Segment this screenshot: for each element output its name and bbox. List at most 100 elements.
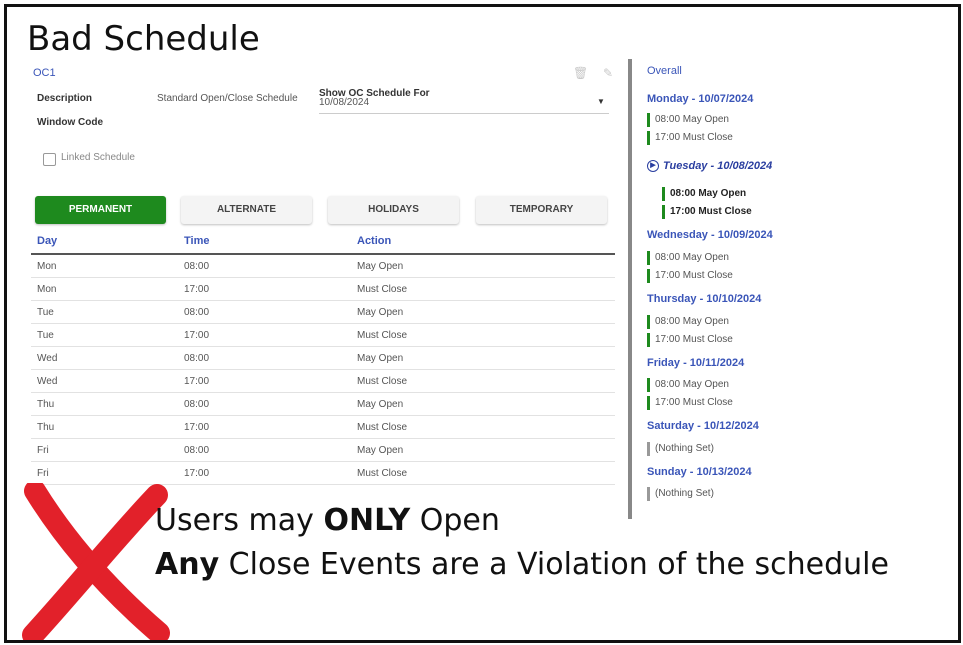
show-schedule-value: 10/08/2024 [319, 97, 370, 108]
column-header-time[interactable]: Time [178, 233, 351, 255]
table-row[interactable]: Tue 17:00 Must Close [31, 323, 615, 347]
trash-icon[interactable]: 🗑 [573, 67, 588, 79]
status-bar [647, 487, 650, 501]
chevron-down-icon[interactable]: ▼ [597, 97, 605, 106]
cell-action: May Open [351, 254, 615, 278]
entry-label: (Nothing Set) [655, 443, 714, 454]
cell-action: Must Close [351, 369, 615, 393]
schedule-entry: 08:00 May Open [647, 315, 729, 329]
description-label: Description [37, 93, 93, 104]
cell-time: 17:00 [178, 277, 351, 301]
status-bar [647, 251, 650, 265]
status-bar [647, 442, 650, 456]
entry-label: 17:00 Must Close [655, 132, 733, 143]
schedule-entry: 17:00 Must Close [647, 396, 733, 410]
table-row[interactable]: Wed 17:00 Must Close [31, 369, 615, 393]
day-heading-tuesday: ▶ Tuesday - 10/08/2024 [647, 160, 773, 173]
schedule-entry: 17:00 Must Close [647, 333, 733, 347]
entry-label: 17:00 Must Close [655, 397, 733, 408]
caption-emphasis: Any [155, 547, 220, 582]
schedule-table: Day Time Action Mon 08:00 May Open Mon 17:0… [31, 233, 615, 485]
schedule-entry: (Nothing Set) [647, 442, 714, 456]
table-row[interactable]: Thu 17:00 Must Close [31, 415, 615, 439]
day-heading-text: Tuesday - 10/08/2024 [663, 160, 773, 172]
schedule-entry: 17:00 Must Close [647, 131, 733, 145]
cell-day: Mon [31, 254, 178, 278]
cell-action: May Open [351, 300, 615, 324]
cell-day: Mon [31, 277, 178, 301]
status-bar [662, 205, 665, 219]
overall-link[interactable]: Overall [647, 65, 682, 77]
tab-alternate[interactable]: ALTERNATE [181, 196, 312, 224]
cell-time: 08:00 [178, 438, 351, 462]
schedule-entry: 08:00 May Open [647, 378, 729, 392]
slide-title: Bad Schedule [27, 19, 260, 59]
table-row[interactable]: Tue 08:00 May Open [31, 300, 615, 324]
entry-label: 08:00 May Open [655, 316, 729, 327]
table-row[interactable]: Fri 08:00 May Open [31, 438, 615, 462]
day-heading-saturday: Saturday - 10/12/2024 [647, 420, 759, 432]
column-header-day[interactable]: Day [31, 233, 178, 255]
table-row[interactable]: Fri 17:00 Must Close [31, 461, 615, 485]
cell-action: May Open [351, 438, 615, 462]
cell-time: 17:00 [178, 323, 351, 347]
day-heading-wednesday: Wednesday - 10/09/2024 [647, 229, 773, 241]
cell-day: Fri [31, 438, 178, 462]
caption-text: Close Events are a Violation of the sche… [219, 547, 889, 582]
pencil-icon[interactable]: ✎ [603, 67, 615, 79]
status-bar [662, 187, 665, 201]
day-heading-thursday: Thursday - 10/10/2024 [647, 293, 762, 305]
entry-label: 08:00 May Open [670, 188, 747, 199]
caption-text: Open [410, 503, 500, 538]
day-heading-friday: Friday - 10/11/2024 [647, 357, 745, 369]
table-header-row: Day Time Action [31, 233, 615, 255]
cell-time: 08:00 [178, 254, 351, 278]
cell-day: Thu [31, 392, 178, 416]
cell-time: 08:00 [178, 346, 351, 370]
current-day-icon: ▶ [647, 160, 659, 173]
cell-time: 08:00 [178, 300, 351, 324]
column-header-action[interactable]: Action [351, 233, 615, 255]
entry-label: 17:00 Must Close [655, 270, 733, 281]
day-heading-monday: Monday - 10/07/2024 [647, 93, 754, 105]
cell-day: Wed [31, 346, 178, 370]
tab-holidays[interactable]: HOLIDAYS [328, 196, 459, 224]
caption-line-2: Any Close Events are a Violation of the … [155, 547, 889, 582]
entry-label: 08:00 May Open [655, 379, 729, 390]
schedule-id-link[interactable]: OC1 [33, 67, 56, 79]
cell-day: Fri [31, 461, 178, 485]
entry-label: 17:00 Must Close [670, 206, 752, 217]
schedule-entry: 08:00 May Open [662, 187, 746, 201]
status-bar [647, 113, 650, 127]
status-bar [647, 131, 650, 145]
cell-time: 17:00 [178, 461, 351, 485]
table-row[interactable]: Wed 08:00 May Open [31, 346, 615, 370]
cell-time: 17:00 [178, 369, 351, 393]
caption-emphasis: ONLY [323, 503, 411, 538]
tab-temporary[interactable]: TEMPORARY [476, 196, 607, 224]
description-value: Standard Open/Close Schedule [157, 93, 298, 104]
x-mark-icon [22, 483, 170, 640]
caption-text: Users may [155, 503, 324, 538]
tab-permanent[interactable]: PERMANENT [35, 196, 166, 224]
cell-time: 08:00 [178, 392, 351, 416]
entry-label: 08:00 May Open [655, 114, 729, 125]
cell-action: Must Close [351, 323, 615, 347]
schedule-entry: 17:00 Must Close [662, 205, 752, 219]
schedule-entry: 08:00 May Open [647, 113, 729, 127]
status-bar [647, 396, 650, 410]
table-row[interactable]: Mon 17:00 Must Close [31, 277, 615, 301]
entry-label: 08:00 May Open [655, 252, 729, 263]
linked-schedule-checkbox[interactable] [43, 153, 56, 166]
slide-frame: Bad Schedule OC1 🗑 ✎ Description Standar… [4, 4, 961, 643]
day-heading-sunday: Sunday - 10/13/2024 [647, 466, 752, 478]
panel-divider [628, 59, 632, 519]
status-bar [647, 315, 650, 329]
table-row[interactable]: Thu 08:00 May Open [31, 392, 615, 416]
dropdown-underline [319, 113, 609, 114]
status-bar [647, 269, 650, 283]
cell-day: Tue [31, 323, 178, 347]
status-bar [647, 333, 650, 347]
table-row[interactable]: Mon 08:00 May Open [31, 254, 615, 278]
schedule-entry: 17:00 Must Close [647, 269, 733, 283]
